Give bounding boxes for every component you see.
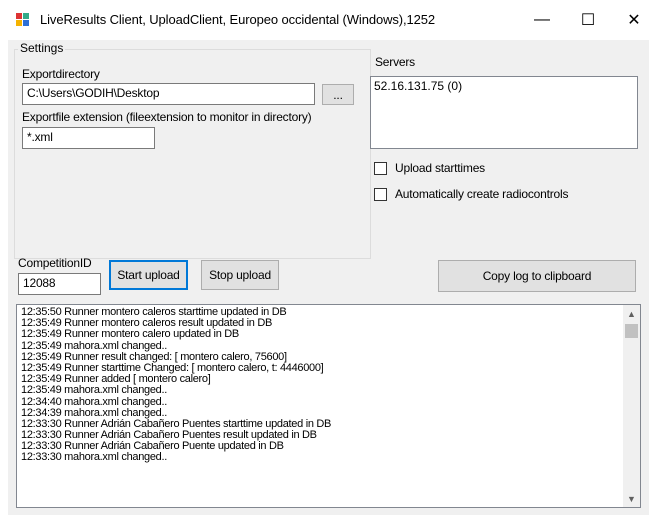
auto-radiocontrols-label: Automatically create radiocontrols	[395, 187, 569, 201]
log-line: 12:33:30 mahora.xml changed..	[21, 451, 168, 464]
settings-legend: Settings	[18, 41, 66, 55]
log-line: 12:34:40 mahora.xml changed..	[21, 395, 168, 408]
maximize-button[interactable]: ☐	[565, 0, 611, 40]
log-line: 12:35:49 Runner montero calero updated i…	[21, 328, 239, 341]
client-area: Settings Exportdirectory C:\Users\GODIH\…	[8, 40, 649, 515]
scroll-thumb[interactable]	[625, 324, 638, 338]
start-upload-button[interactable]: Start upload	[109, 260, 188, 290]
log-line: 12:35:49 mahora.xml changed..	[21, 384, 168, 397]
log-textbox[interactable]: 12:35:50 Runner montero caleros starttim…	[16, 304, 641, 508]
title-bar[interactable]: LiveResults Client, UploadClient, Europe…	[0, 0, 657, 40]
scroll-up-icon[interactable]: ▲	[623, 305, 640, 322]
auto-radiocontrols-checkbox[interactable]	[374, 187, 387, 201]
stop-upload-button[interactable]: Stop upload	[201, 260, 279, 290]
servers-label: Servers	[375, 55, 415, 69]
upload-starttimes-option[interactable]: Upload starttimes	[374, 161, 485, 175]
upload-starttimes-label: Upload starttimes	[395, 161, 485, 175]
extension-label: Exportfile extension (fileextension to m…	[22, 110, 312, 124]
auto-radiocontrols-option[interactable]: Automatically create radiocontrols	[374, 187, 568, 201]
extension-field[interactable]: *.xml	[22, 127, 155, 149]
export-directory-field[interactable]: C:\Users\GODIH\Desktop	[22, 83, 315, 105]
log-scrollbar[interactable]: ▲ ▼	[623, 305, 640, 507]
minimize-button[interactable]: —	[519, 0, 565, 40]
server-item[interactable]: 52.16.131.75 (0)	[374, 79, 634, 93]
copy-log-button[interactable]: Copy log to clipboard	[438, 260, 636, 292]
log-lines: 12:35:50 Runner montero caleros starttim…	[17, 305, 640, 475]
upload-starttimes-checkbox[interactable]	[374, 161, 387, 175]
scroll-down-icon[interactable]: ▼	[623, 490, 640, 507]
app-icon	[16, 13, 30, 27]
export-directory-label: Exportdirectory	[22, 67, 100, 81]
browse-button[interactable]: ...	[322, 84, 354, 105]
competition-id-field[interactable]: 12088	[18, 273, 101, 295]
window-title: LiveResults Client, UploadClient, Europe…	[40, 12, 436, 27]
servers-list[interactable]: 52.16.131.75 (0)	[370, 76, 638, 149]
close-button[interactable]: ✕	[611, 0, 657, 40]
competition-id-label: CompetitionID	[18, 256, 92, 270]
